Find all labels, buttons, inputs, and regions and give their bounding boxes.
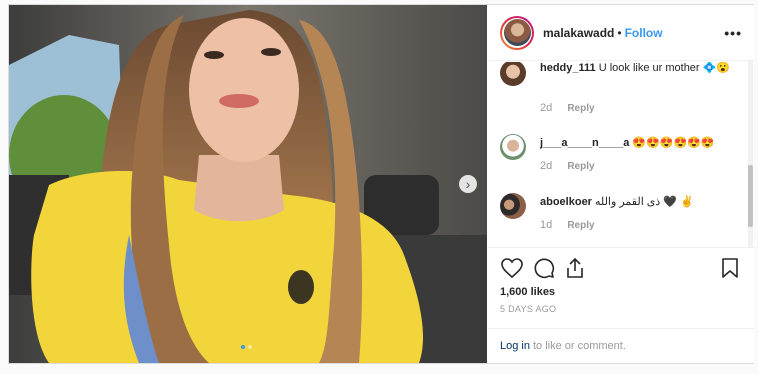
- comment-text: aboelkoer ذى القمر والله 🖤 ✌: [540, 196, 738, 209]
- comment-text: heddy_111 U look like ur mother 💠😮: [540, 62, 738, 75]
- comments-list: heddy_111 U look like ur mother 💠😮 2d Re…: [488, 62, 754, 246]
- commenter-avatar[interactable]: [500, 134, 526, 160]
- comment-age: 2d: [540, 160, 553, 172]
- scrollbar-thumb[interactable]: [748, 165, 753, 227]
- comment-age: 1d: [540, 219, 553, 231]
- heart-icon[interactable]: [500, 256, 524, 280]
- commenter-avatar[interactable]: [500, 62, 526, 86]
- comment-message: U look like ur mother 💠😮: [598, 62, 731, 74]
- comments-scrollbar[interactable]: [748, 61, 753, 247]
- profile-picture: [503, 19, 531, 46]
- more-options-icon[interactable]: •••: [724, 25, 742, 41]
- comment-meta: 1d Reply: [540, 219, 595, 231]
- post-date[interactable]: 5 DAYS AGO: [500, 304, 556, 314]
- comment-meta: 2d Reply: [540, 102, 595, 114]
- comment-meta: 2d Reply: [540, 160, 595, 172]
- selfie-image: [9, 5, 487, 363]
- avatar[interactable]: [500, 15, 534, 50]
- login-link[interactable]: Log in: [500, 340, 530, 352]
- comment-icon[interactable]: [532, 256, 556, 280]
- reply-button[interactable]: Reply: [567, 103, 594, 114]
- carousel-dot-active: [241, 345, 245, 349]
- post-photo[interactable]: ›: [9, 5, 487, 363]
- next-photo-button[interactable]: ›: [459, 175, 477, 193]
- login-suffix: to like or comment.: [532, 340, 626, 352]
- likes-count[interactable]: 1,600 likes: [500, 286, 555, 298]
- bookmark-icon[interactable]: [718, 256, 742, 280]
- separator-dot: •: [617, 25, 622, 40]
- comment-age: 2d: [540, 102, 553, 114]
- follow-button[interactable]: Follow: [625, 26, 663, 40]
- post-username[interactable]: malakawadd: [543, 26, 614, 40]
- post-side-panel: malakawadd • Follow ••• heddy_111 U look…: [488, 5, 754, 363]
- comment-message: ذى القمر والله 🖤 ✌: [595, 196, 694, 208]
- comment-message: 😍😍😍😍😍😍: [632, 137, 715, 149]
- carousel-dot: [248, 345, 252, 349]
- share-icon[interactable]: [563, 256, 587, 280]
- post-actions: 1,600 likes 5 DAYS AGO: [488, 247, 754, 340]
- post-card: › malakawadd • Follow ••• heddy_111 U lo…: [8, 4, 754, 364]
- commenter-avatar[interactable]: [500, 193, 526, 219]
- chevron-right-icon: ›: [465, 176, 471, 192]
- reply-button[interactable]: Reply: [567, 161, 594, 172]
- post-header: malakawadd • Follow •••: [488, 5, 754, 61]
- comment-text: j___a____n____a 😍😍😍😍😍😍: [540, 137, 738, 150]
- comment-username[interactable]: aboelkoer: [540, 196, 592, 208]
- carousel-indicator: [241, 345, 252, 349]
- action-icons: [500, 256, 742, 282]
- comment-username[interactable]: j___a____n____a: [540, 137, 629, 149]
- reply-button[interactable]: Reply: [567, 220, 594, 231]
- login-prompt: Log in to like or comment.: [488, 328, 754, 363]
- comment-username[interactable]: heddy_111: [540, 62, 596, 74]
